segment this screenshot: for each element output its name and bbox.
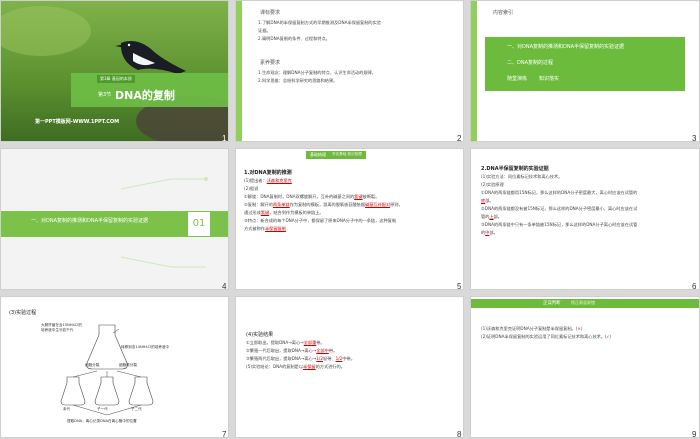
label-parent: 亲代 — [63, 407, 71, 411]
req-line: 1.了解DNA的半保留复制方式的早期推测及DNA半保留复制的实验 — [258, 20, 381, 25]
banner: 基础梳理 夯实基础 知识梳理 — [306, 151, 366, 159]
slide-number-1: 1 — [222, 134, 227, 143]
body-text: (1)实验方法：同位素标记技术和离心技术。 (2)实验原理 ①DNA的两条链都用… — [481, 174, 638, 235]
slide-9-thumbnail[interactable]: 正误判断 矫正易混易错 (1)沃森和克里克证明DNA分子复制是半保留复制。(×)… — [470, 296, 700, 438]
label-divide-1: 细胞分裂 — [85, 363, 100, 367]
lit-line: 1.生命观念：理解DNA分子复制的特点，认识生命活动的规律。 — [258, 70, 376, 75]
chapter-badge: 第3章 基因的本质 — [97, 75, 135, 83]
footer-watermark: 第一PPT模板网-WWW.1PPT.COM — [35, 119, 120, 125]
slide-number-3: 3 — [692, 134, 697, 143]
section-label: 第3节 — [98, 92, 112, 98]
experiment-diagram — [60, 324, 154, 416]
literacy-text: 1.生命观念：理解DNA分子复制的特点，认识生命活动的规律。 2.科学思维：总结… — [258, 69, 458, 85]
slide-6-thumbnail[interactable]: 2.DNA半保留复制的实验证据 (1)实验方法：同位素标记技术和离心技术。 (2… — [470, 148, 700, 290]
banner-label: 基础梳理 — [310, 152, 326, 157]
decoration-lines — [120, 177, 208, 268]
req-line: 2.阐明DNA复制的条件、过程和特点。 — [258, 35, 330, 41]
contents-item-1[interactable]: 一、对DNA复制的推测和DNA半保留复制的实验证据 — [507, 43, 624, 50]
contents-link-practice[interactable]: 随堂演练 — [507, 75, 527, 82]
slide-number-4: 4 — [222, 282, 227, 291]
banner: 正误判断 矫正易混易错 — [471, 299, 699, 308]
contents-box: 一、对DNA复制的推测和DNA半保留复制的实验证据 二、DNA复制的过程 随堂演… — [485, 37, 685, 91]
label-divide-2: 细胞再分裂 — [119, 363, 137, 367]
slide-number-5: 5 — [457, 282, 462, 291]
lit-line: 2.科学思维：总结科学研究的思路和结果。 — [258, 77, 338, 83]
judgement-item-2: (2)证明DNA半保留复制的实验运用了同位素标记技术和离心技术。(√) — [481, 333, 611, 339]
slide-8-thumbnail[interactable]: (4)实验结果 ①立即取出，提取DNA→离心→全部重带。 ②繁殖一代后取出，提取… — [235, 296, 464, 438]
slide-7-thumbnail[interactable]: (3)实验过程 大肠杆菌在含15NH4Cl的 培养液中生长若干代 转移到含14N… — [0, 296, 229, 438]
label-gen2: 子二代 — [131, 407, 142, 411]
slide-4-thumbnail[interactable]: 一、对DNA复制的推测和DNA半保留复制的实验证据 01 — [0, 148, 229, 290]
banner-label: 正误判断 — [543, 301, 561, 306]
requirement-text: 1.了解DNA的半保留复制方式的早期推测及DNA半保留复制的实验 证据。 2.阐… — [258, 19, 458, 43]
contents-link-knowledge[interactable]: 知识落实 — [539, 75, 559, 82]
left-stripe — [236, 1, 242, 141]
judgement-list: (1)沃森和克里克证明DNA分子复制是半保留复制。(×) (2)证明DNA半保留… — [481, 325, 693, 341]
judgement-item-1: (1)沃森和克里克证明DNA分子复制是半保留复制。(×) — [481, 326, 583, 331]
slide-number-2: 2 — [457, 134, 462, 143]
body-text: ①立即取出，提取DNA→离心→全部重带。 ②繁殖一代后取出，提取DNA→离心→全… — [246, 340, 355, 369]
slide-3-thumbnail[interactable]: 内容索引 一、对DNA复制的推测和DNA半保留复制的实验证据 二、DNA复制的过… — [470, 0, 700, 142]
body-text: (1)提出者：沃森和克里克 (2)假说 ①解旋：DNA复制时，DNA双螺旋解开，… — [244, 178, 403, 231]
section-heading: 1.对DNA复制的推测 — [244, 170, 292, 176]
slide-number-6: 6 — [692, 282, 697, 291]
label-extract: 提取DNA，离心记录DNA在离心管中的位置 — [67, 419, 137, 423]
slide-2-thumbnail[interactable]: 课标要求 1.了解DNA的半保留复制方式的早期推测及DNA半保留复制的实验 证据… — [235, 0, 464, 142]
left-stripe — [471, 1, 477, 141]
slide-title: DNA的复制 — [115, 89, 175, 102]
literacy-heading: 素养要求 — [260, 60, 281, 66]
contents-title: 内容索引 — [493, 10, 514, 16]
slide-5-thumbnail[interactable]: 基础梳理 夯实基础 知识梳理 1.对DNA复制的推测 (1)提出者：沃森和克里克… — [235, 148, 464, 290]
req-line: 证据。 — [258, 27, 271, 33]
contents-item-2[interactable]: 二、DNA复制的过程 — [507, 59, 553, 66]
label-gen1: 子一代 — [97, 407, 108, 411]
slide-1-thumbnail[interactable]: 第3章 基因的本质 第3节 DNA的复制 第一PPT模板网-WWW.1PPT.C… — [0, 0, 229, 142]
banner-sub: 矫正易混易错 — [571, 300, 595, 305]
banner-sub: 夯实基础 知识梳理 — [332, 152, 362, 156]
result-heading: (4)实验结果 — [246, 332, 274, 338]
requirement-heading: 课标要求 — [260, 10, 281, 16]
section-heading: 2.DNA半保留复制的实验证据 — [481, 166, 549, 172]
